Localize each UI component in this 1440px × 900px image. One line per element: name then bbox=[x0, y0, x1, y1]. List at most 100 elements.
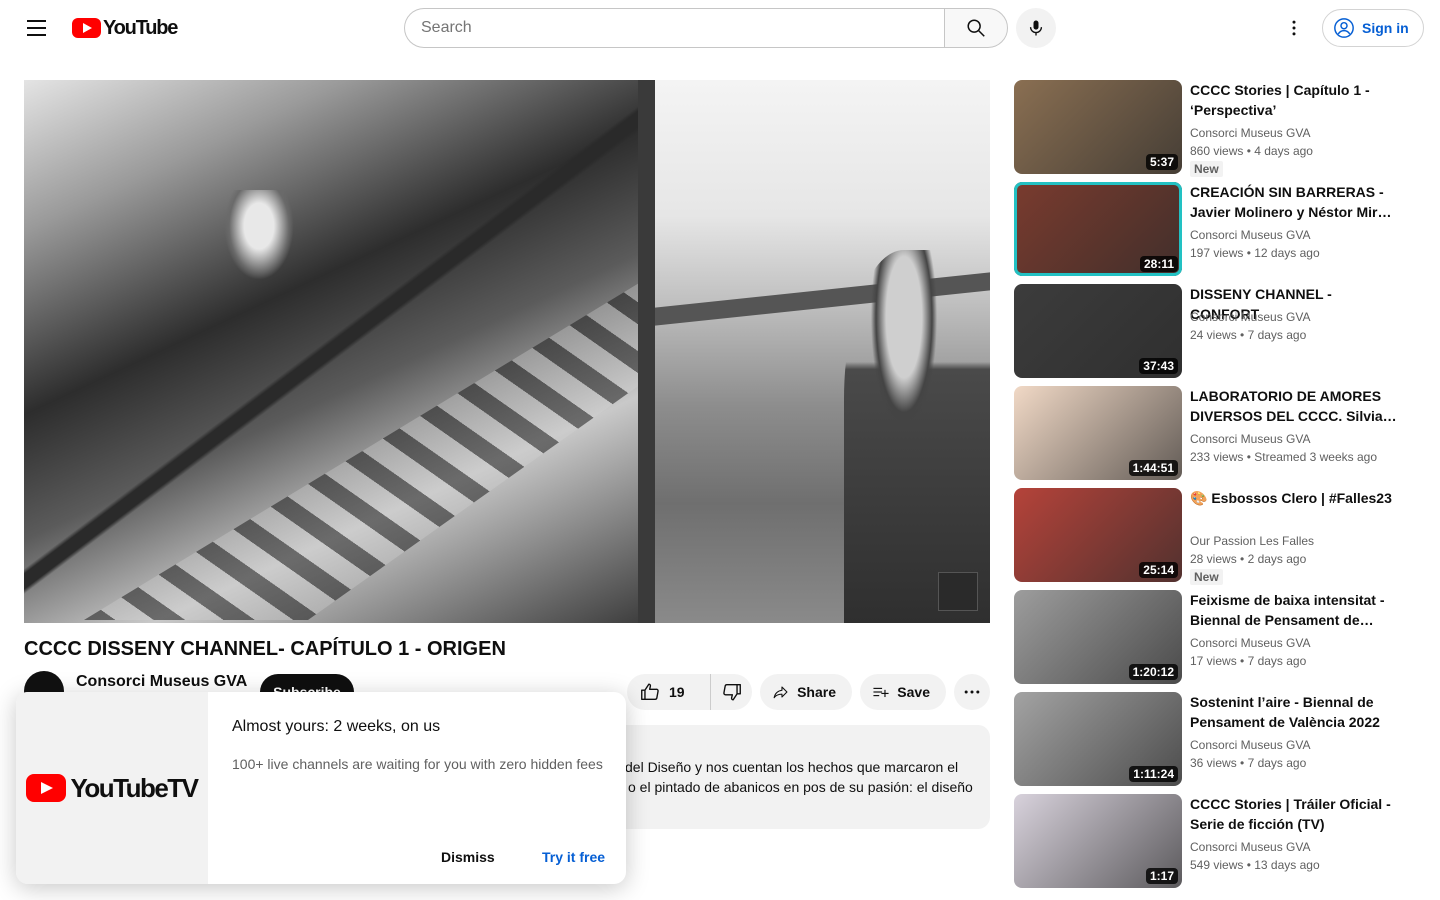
recommendation-item[interactable]: 37:43 DISSENY CHANNEL - CONFORT Consorci M… bbox=[1014, 284, 1424, 378]
share-button[interactable]: Share bbox=[760, 674, 852, 710]
thumbs-up-icon bbox=[641, 683, 659, 701]
recommendation-meta: 233 views • Streamed 3 weeks ago bbox=[1190, 450, 1377, 464]
upload-age: 12 days ago bbox=[1254, 246, 1320, 260]
meta-separator: • bbox=[1243, 450, 1255, 464]
more-actions-button[interactable] bbox=[954, 674, 990, 710]
search-input[interactable] bbox=[421, 19, 928, 37]
view-count: 17 views bbox=[1190, 654, 1237, 668]
settings-menu-button[interactable] bbox=[1274, 8, 1314, 48]
upload-age: 7 days ago bbox=[1247, 756, 1307, 770]
recommendation-item[interactable]: 1:20:12 Feixisme de baixa intensitat - Bi… bbox=[1014, 590, 1424, 684]
video-thumbnail[interactable]: 1:11:24 bbox=[1014, 692, 1182, 786]
recommendation-channel[interactable]: Consorci Museus GVA bbox=[1190, 126, 1311, 140]
video-thumbnail[interactable]: 1:17 bbox=[1014, 794, 1182, 888]
thumbs-down-icon bbox=[722, 683, 741, 701]
video-duration: 1:44:51 bbox=[1128, 460, 1178, 476]
video-thumbnail[interactable]: 25:14 bbox=[1014, 488, 1182, 582]
youtube-tv-promo-dialog: YouTubeTV Almost yours: 2 weeks, on us 1… bbox=[16, 692, 626, 884]
view-count: 36 views bbox=[1190, 756, 1237, 770]
video-thumbnail[interactable]: 5:37 bbox=[1014, 80, 1182, 174]
search-button[interactable] bbox=[944, 8, 1008, 48]
upload-age: 7 days ago bbox=[1247, 328, 1307, 342]
account-icon bbox=[1334, 18, 1354, 38]
recommendation-title[interactable]: CCCC Stories | Tráiler Oficial - Serie d… bbox=[1190, 794, 1402, 834]
sign-in-label: Sign in bbox=[1362, 20, 1409, 36]
try-it-free-button[interactable]: Try it free bbox=[542, 849, 605, 865]
recommendation-channel[interactable]: Consorci Museus GVA bbox=[1190, 432, 1311, 446]
recommendation-meta: 549 views • 13 days ago bbox=[1190, 858, 1320, 872]
recommendation-channel[interactable]: Consorci Museus GVA bbox=[1190, 228, 1311, 242]
video-frame-divider bbox=[638, 80, 655, 623]
meta-separator: • bbox=[1236, 552, 1248, 566]
meta-separator: • bbox=[1236, 328, 1248, 342]
sign-in-button[interactable]: Sign in bbox=[1322, 9, 1424, 47]
menu-icon[interactable] bbox=[16, 8, 56, 48]
top-bar: YouTube Sign in bbox=[0, 0, 1440, 56]
recommendation-title[interactable]: LABORATORIO DE AMORES DIVERSOS DEL CCCC.… bbox=[1190, 386, 1402, 426]
recommendation-item[interactable]: 1:44:51 LABORATORIO DE AMORES DIVERSOS DE… bbox=[1014, 386, 1424, 480]
youtube-tv-brand: YouTubeTV bbox=[70, 772, 199, 803]
like-count: 19 bbox=[669, 684, 685, 700]
recommendation-title[interactable]: CCCC Stories | Capítulo 1 - ‘Perspectiva… bbox=[1190, 80, 1402, 120]
channel-name[interactable]: Consorci Museus GVA bbox=[76, 673, 247, 691]
recommendation-item[interactable]: 1:11:24 Sostenint l’aire - Biennal de Pen… bbox=[1014, 692, 1424, 786]
recommendation-title[interactable]: Feixisme de baixa intensitat - Biennal d… bbox=[1190, 590, 1402, 630]
recommendation-meta: 197 views • 12 days ago bbox=[1190, 246, 1320, 260]
recommendation-item[interactable]: 28:11 CREACIÓN SIN BARRERAS - Javier Moli… bbox=[1014, 182, 1424, 276]
recommendation-meta: 28 views • 2 days ago bbox=[1190, 552, 1306, 566]
video-frame-person bbox=[224, 190, 294, 280]
youtube-logo[interactable]: YouTube bbox=[72, 17, 178, 39]
video-frame-stair bbox=[24, 80, 655, 623]
recommendation-item[interactable]: 5:37 CCCC Stories | Capítulo 1 - ‘Perspec… bbox=[1014, 80, 1424, 177]
recommendation-title[interactable]: 🎨 Esbossos Clero | #Falles23 bbox=[1190, 488, 1402, 508]
upload-age: Streamed 3 weeks ago bbox=[1254, 450, 1377, 464]
meta-separator: • bbox=[1243, 246, 1255, 260]
like-button[interactable]: 19 bbox=[627, 674, 711, 710]
dislike-button[interactable] bbox=[711, 681, 752, 703]
recommendation-item[interactable]: 25:14 🎨 Esbossos Clero | #Falles23 Our Pas… bbox=[1014, 488, 1424, 585]
meta-separator: • bbox=[1243, 858, 1255, 872]
recommendation-channel[interactable]: Consorci Museus GVA bbox=[1190, 636, 1311, 650]
recommendation-title[interactable]: CREACIÓN SIN BARRERAS - Javier Molinero … bbox=[1190, 182, 1402, 222]
share-icon bbox=[773, 686, 788, 699]
video-player[interactable] bbox=[24, 80, 990, 623]
video-thumbnail[interactable]: 28:11 bbox=[1014, 182, 1182, 276]
save-label: Save bbox=[897, 684, 930, 700]
recommendation-channel[interactable]: Consorci Museus GVA bbox=[1190, 840, 1311, 854]
video-frame-man bbox=[844, 250, 990, 623]
meta-separator: • bbox=[1243, 144, 1255, 158]
share-label: Share bbox=[797, 684, 836, 700]
recommendation-meta: 860 views • 4 days ago bbox=[1190, 144, 1313, 158]
like-dislike-bar: 19 bbox=[627, 674, 752, 710]
video-title: CCCC DISSENY CHANNEL- CAPÍTULO 1 - ORIGE… bbox=[24, 638, 506, 660]
video-thumbnail[interactable]: 37:43 bbox=[1014, 284, 1182, 378]
recommendation-title[interactable]: Sostenint l’aire - Biennal de Pensament … bbox=[1190, 692, 1402, 732]
more-horiz-icon bbox=[964, 690, 980, 694]
recommendation-channel[interactable]: Consorci Museus GVA bbox=[1190, 738, 1311, 752]
view-count: 860 views bbox=[1190, 144, 1244, 158]
recommendation-item[interactable]: 1:17 CCCC Stories | Tráiler Oficial - Ser… bbox=[1014, 794, 1424, 888]
search-icon bbox=[967, 19, 985, 37]
recommendation-channel[interactable]: Consorci Museus GVA bbox=[1190, 310, 1311, 324]
video-thumbnail[interactable]: 1:20:12 bbox=[1014, 590, 1182, 684]
microphone-icon bbox=[1029, 20, 1043, 36]
youtube-play-icon bbox=[72, 18, 101, 38]
more-vert-icon bbox=[1292, 20, 1296, 36]
promo-subtitle: 100+ live channels are waiting for you w… bbox=[232, 756, 603, 772]
video-duration: 5:37 bbox=[1145, 154, 1178, 170]
recommendation-channel[interactable]: Our Passion Les Falles bbox=[1190, 534, 1314, 548]
search-box[interactable] bbox=[404, 8, 944, 48]
video-thumbnail[interactable]: 1:44:51 bbox=[1014, 386, 1182, 480]
recommendation-meta: 17 views • 7 days ago bbox=[1190, 654, 1306, 668]
recommendation-meta: 36 views • 7 days ago bbox=[1190, 756, 1306, 770]
new-badge: New bbox=[1190, 161, 1223, 177]
dismiss-button[interactable]: Dismiss bbox=[441, 849, 495, 865]
view-count: 549 views bbox=[1190, 858, 1244, 872]
upload-age: 2 days ago bbox=[1247, 552, 1307, 566]
voice-search-button[interactable] bbox=[1016, 8, 1056, 48]
description-line: o el pintado de abanicos en pos de su pa… bbox=[628, 779, 973, 795]
playlist-add-icon bbox=[873, 687, 889, 698]
meta-separator: • bbox=[1236, 654, 1248, 668]
channel-watermark[interactable] bbox=[938, 572, 978, 611]
save-button[interactable]: Save bbox=[860, 674, 946, 710]
